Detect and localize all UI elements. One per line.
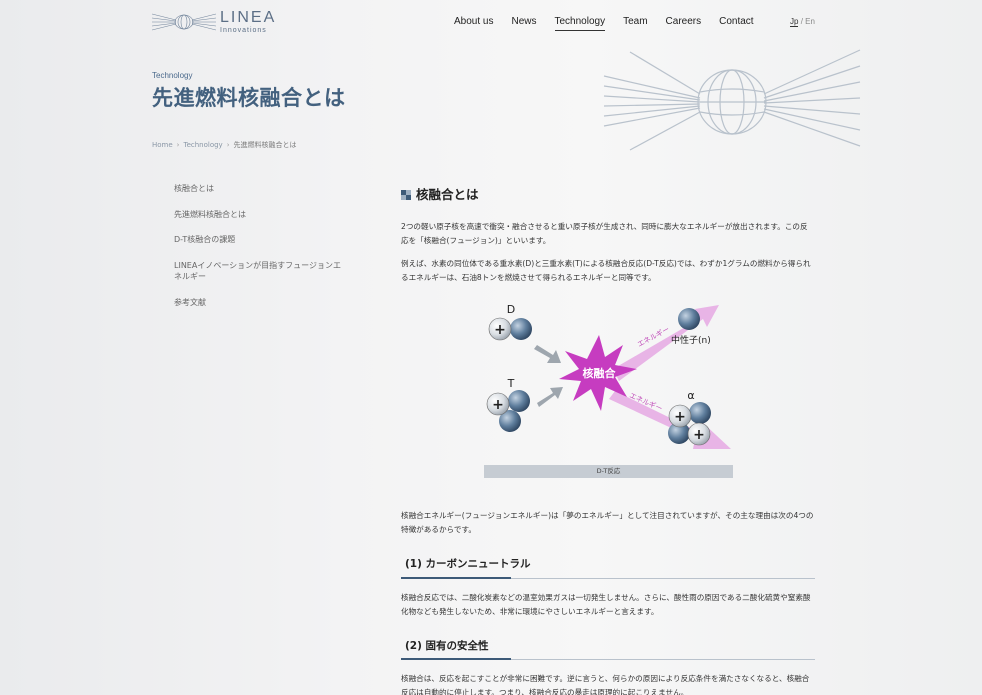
arrow-t-to-fusion [537,387,563,408]
label-t: T [507,377,515,390]
sidebar-item-linea-goal[interactable]: LINEAイノベーションが目指すフュージョンエネルギー [174,260,344,283]
breadcrumb-separator: › [226,141,230,149]
alpha-proton-2-plus: + [693,427,705,443]
alpha-proton-1-plus: + [674,409,686,425]
dt-reaction-illustration: エネルギー エネルギー 核融合 D + T + 中性子(n) α + + [486,303,731,450]
main-nav: About us News Technology Team Careers Co… [454,16,772,31]
fusion-label: 核融合 [583,366,617,380]
logo-subtitle: Innovations [220,27,267,34]
lang-en-link[interactable]: En [805,17,815,26]
sidebar-item-fusion[interactable]: 核融合とは [174,183,344,195]
nav-careers[interactable]: Careers [666,16,702,31]
breadcrumb: Home › Technology › 先進燃料核融合とは [152,140,297,150]
paragraph-intro: 2つの軽い原子核を高速で衝突・融合させると重い原子核が生成され、同時に膨大なエネ… [401,222,808,246]
language-switcher: Jp / En [790,17,815,27]
paragraph-features: 核融合エネルギー(フュージョンエネルギー)は「夢のエネルギー」として注目されてい… [401,511,814,535]
sidebar-toc: 核融合とは 先進燃料核融合とは D-T核融合の課題 LINEAイノベーションが目… [174,183,344,323]
label-d: D [507,303,515,316]
nav-contact[interactable]: Contact [719,16,753,31]
d-neutron [510,318,532,341]
heading-carbon-neutral: (1) カーボンニュートラル [401,555,815,580]
heading-inherent-safety: (2) 固有の安全性 [401,637,815,661]
dt-reaction-diagram: エネルギー エネルギー 核融合 D + T + 中性子(n) α + + D-T… [401,299,815,489]
lang-separator: / [800,17,803,26]
page-title: 先進燃料核融合とは [152,86,346,110]
nav-technology[interactable]: Technology [554,16,606,31]
logo-mark [152,13,216,31]
breadcrumb-current: 先進燃料核融合とは [233,141,297,149]
alpha-label: α [687,389,694,402]
breadcrumb-home[interactable]: Home [152,141,173,149]
breadcrumb-technology[interactable]: Technology [183,141,222,149]
paragraph-inherent-safety: 核融合は、反応を起こすことが非常に困難です。逆に言うと、何らかの原因により反応条… [401,674,810,695]
decorative-field-lines [603,49,861,151]
page-category: Technology [152,71,193,80]
t-neutron-1 [508,390,530,413]
lang-jp-link[interactable]: Jp [790,17,799,27]
sidebar-item-references[interactable]: 参考文献 [174,297,344,309]
section-title: 核融合とは [401,183,815,206]
t-proton-plus: + [492,397,504,413]
sidebar-item-advanced-fuel[interactable]: 先進燃料核融合とは [174,209,344,221]
section-square-icon [401,189,411,200]
figure-caption: D-T反応 [484,465,733,479]
neutron-out [678,308,700,331]
neutron-label: 中性子(n) [671,334,711,346]
main-content: 核融合とは 2つの軽い原子核を高速で衝突・融合させると重い原子核が生成され、同時… [401,183,815,695]
sidebar-item-dt-issues[interactable]: D-T核融合の課題 [174,234,344,246]
breadcrumb-separator: › [176,141,180,149]
alpha-neutron-1 [689,402,711,425]
arrow-d-to-fusion [534,345,561,364]
nav-team[interactable]: Team [623,16,647,31]
nav-news[interactable]: News [511,16,536,31]
paragraph-carbon-neutral: 核融合反応では、二酸化炭素などの温室効果ガスは一切発生しません。さらに、酸性雨の… [401,592,811,616]
logo[interactable]: LINEA Innovations [152,10,276,34]
section-title-text: 核融合とは [416,187,479,202]
logo-wordmark: LINEA [220,9,277,26]
d-proton-plus: + [494,322,506,338]
paragraph-dt-example: 例えば、水素の同位体である重水素(D)と三重水素(T)による核融合反応(D-T反… [401,259,811,283]
nav-about-us[interactable]: About us [454,16,493,31]
